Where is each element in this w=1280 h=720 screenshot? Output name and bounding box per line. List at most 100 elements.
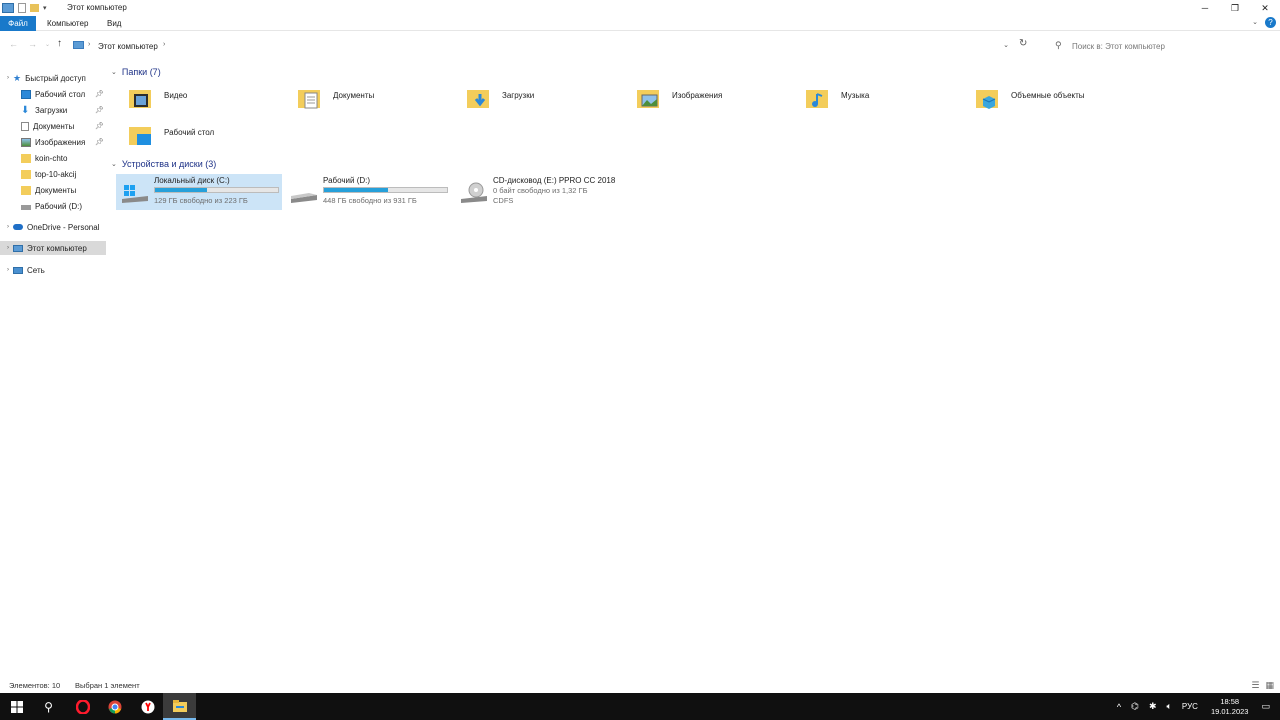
collapse-chevron-icon[interactable]: ⌄ — [111, 160, 117, 168]
sidebar-network[interactable]: › Сеть — [0, 263, 106, 277]
sidebar-item-drive-d[interactable]: Рабочий (D:) — [0, 199, 106, 213]
title-bar: ▾ Этот компьютер ─ ❐ ✕ — [0, 0, 1280, 16]
drive-usage-fill — [324, 188, 388, 192]
drive-e-cd[interactable]: CD-дисковод (E:) PPRO CC 2018 0 байт сво… — [455, 174, 621, 210]
drive-free-space: 0 байт свободно из 1,32 ГБ — [493, 186, 588, 195]
large-icons-view-icon[interactable]: ▦ — [1265, 680, 1274, 691]
sidebar-item-pictures[interactable]: Изображения 📌︎ — [0, 135, 106, 149]
selection-count: Выбран 1 элемент — [75, 681, 140, 690]
language-indicator[interactable]: РУС — [1182, 702, 1198, 711]
expand-chevron-icon[interactable]: › — [7, 245, 9, 251]
search-button[interactable]: ⚲ — [32, 693, 65, 720]
breadcrumb-chevron-icon[interactable]: › — [163, 41, 165, 48]
desktop-icon — [21, 89, 31, 99]
folder-3d-objects[interactable]: Объемные объекты — [965, 82, 1130, 116]
tab-computer[interactable]: Компьютер — [47, 16, 88, 31]
pin-icon: 📌︎ — [95, 139, 104, 146]
sidebar-item-top-10-akcij[interactable]: top-10-akcij — [0, 167, 106, 181]
file-explorer-icon — [172, 699, 187, 712]
sidebar-item-koin-chto[interactable]: koin-chto — [0, 151, 106, 165]
pictures-folder-icon — [637, 90, 659, 108]
network-status-icon[interactable]: ⌬ — [1131, 701, 1139, 712]
group-title: Устройства и диски (3) — [121, 159, 217, 169]
breadcrumb-this-pc[interactable]: Этот компьютер — [98, 42, 158, 51]
search-input[interactable]: ⚲ Поиск в: Этот компьютер — [1046, 36, 1272, 54]
sidebar-item-documents[interactable]: Документы 📌︎ — [0, 119, 106, 133]
address-bar[interactable]: › Этот компьютер › ⌄ — [70, 36, 1016, 54]
drive-name: Рабочий (D:) — [323, 176, 371, 185]
taskbar-file-explorer[interactable] — [163, 693, 196, 720]
drive-d[interactable]: Рабочий (D:) 448 ГБ свободно из 931 ГБ — [285, 174, 451, 210]
taskbar-opera[interactable] — [66, 693, 99, 720]
folder-video[interactable]: Видео — [118, 82, 283, 116]
expand-chevron-icon[interactable]: › — [7, 224, 9, 230]
sidebar-item-documents-folder[interactable]: Документы — [0, 183, 106, 197]
system-tray: ^ ⌬ ✱ 🔈︎ РУС 18:58 19.01.2023 ▭ — [1112, 693, 1280, 720]
folder-icon — [21, 153, 31, 163]
up-arrow-icon[interactable]: ↑ — [57, 38, 62, 49]
star-icon: ★ — [13, 72, 22, 83]
tab-file[interactable]: Файл — [0, 16, 36, 31]
drive-usage-fill — [155, 188, 207, 192]
drive-c[interactable]: Локальный диск (C:) 129 ГБ свободно из 2… — [116, 174, 282, 210]
sidebar-label: top-10-akcij — [35, 169, 77, 179]
search-icon: ⚲ — [1055, 40, 1062, 50]
help-icon[interactable]: ? — [1265, 17, 1276, 28]
folder-documents[interactable]: Документы — [287, 82, 452, 116]
minimize-button[interactable]: ─ — [1190, 0, 1220, 16]
notification-center-icon[interactable]: ▭ — [1261, 701, 1270, 712]
expand-chevron-icon[interactable]: › — [7, 267, 9, 273]
forward-arrow-icon[interactable]: → — [28, 39, 37, 49]
volume-icon[interactable]: 🔈︎ — [1167, 701, 1172, 712]
back-arrow-icon[interactable]: ← — [9, 39, 18, 49]
folder-icon — [21, 185, 31, 195]
folder-music[interactable]: Музыка — [795, 82, 960, 116]
sidebar-label: Рабочий (D:) — [35, 201, 83, 211]
folder-downloads[interactable]: Загрузки — [456, 82, 621, 116]
content-pane: ⌄ Папки (7) Видео Документы Загрузки Изо… — [108, 62, 1280, 676]
tab-view[interactable]: Вид — [107, 16, 121, 31]
properties-icon[interactable] — [18, 3, 26, 13]
drive-name: Локальный диск (C:) — [154, 176, 230, 185]
item-count: Элементов: 10 — [9, 681, 61, 690]
new-folder-icon[interactable] — [30, 4, 39, 12]
sidebar-quick-access[interactable]: › ★ Быстрый доступ — [0, 71, 106, 85]
3d-objects-folder-icon — [976, 90, 998, 109]
close-button[interactable]: ✕ — [1250, 0, 1280, 16]
folders-group-header[interactable]: ⌄ Папки (7) — [108, 65, 161, 79]
bluetooth-icon[interactable]: ✱ — [1149, 701, 1157, 712]
show-hidden-icons-icon[interactable]: ^ — [1117, 702, 1121, 712]
drive-icon — [291, 193, 317, 203]
clock-date: 19.01.2023 — [1210, 706, 1249, 716]
devices-group-header[interactable]: ⌄ Устройства и диски (3) — [108, 157, 216, 171]
recent-locations-icon[interactable]: ⌄ — [45, 41, 50, 48]
start-button[interactable] — [0, 693, 33, 720]
collapse-chevron-icon[interactable]: ⌄ — [111, 68, 117, 76]
expand-ribbon-icon[interactable]: ⌄ — [1252, 18, 1258, 26]
sidebar-this-pc[interactable]: › Этот компьютер — [0, 241, 106, 255]
pictures-icon — [21, 137, 31, 147]
windows-drive-icon — [122, 185, 148, 203]
sidebar-item-downloads[interactable]: ⬇ Загрузки 📌︎ — [0, 103, 106, 117]
customize-dropdown-icon[interactable]: ▾ — [43, 4, 47, 12]
taskbar-chrome[interactable] — [98, 693, 131, 720]
sidebar-label: Рабочий стол — [35, 89, 86, 99]
sidebar-label: Документы — [35, 185, 77, 195]
details-view-icon[interactable]: ☰ — [1251, 680, 1259, 691]
opera-icon — [75, 699, 90, 714]
sidebar-onedrive[interactable]: › OneDrive - Personal — [0, 220, 106, 234]
expand-chevron-icon[interactable]: › — [7, 75, 9, 81]
taskbar-yandex[interactable] — [131, 693, 164, 720]
folder-label: Загрузки — [502, 91, 535, 100]
folder-label: Рабочий стол — [164, 128, 215, 137]
folder-desktop[interactable]: Рабочий стол — [118, 119, 283, 153]
address-dropdown-icon[interactable]: ⌄ — [1003, 41, 1009, 49]
breadcrumb-separator-icon[interactable]: › — [88, 41, 90, 48]
folder-pictures[interactable]: Изображения — [626, 82, 791, 116]
refresh-icon[interactable]: ↻ — [1019, 38, 1027, 49]
explorer-icon — [2, 3, 14, 13]
clock[interactable]: 18:58 19.01.2023 — [1211, 697, 1249, 717]
sidebar-item-desktop[interactable]: Рабочий стол 📌︎ — [0, 87, 106, 101]
maximize-button[interactable]: ❐ — [1220, 0, 1250, 16]
navigation-pane: › ★ Быстрый доступ Рабочий стол 📌︎ ⬇ Заг… — [0, 66, 106, 676]
